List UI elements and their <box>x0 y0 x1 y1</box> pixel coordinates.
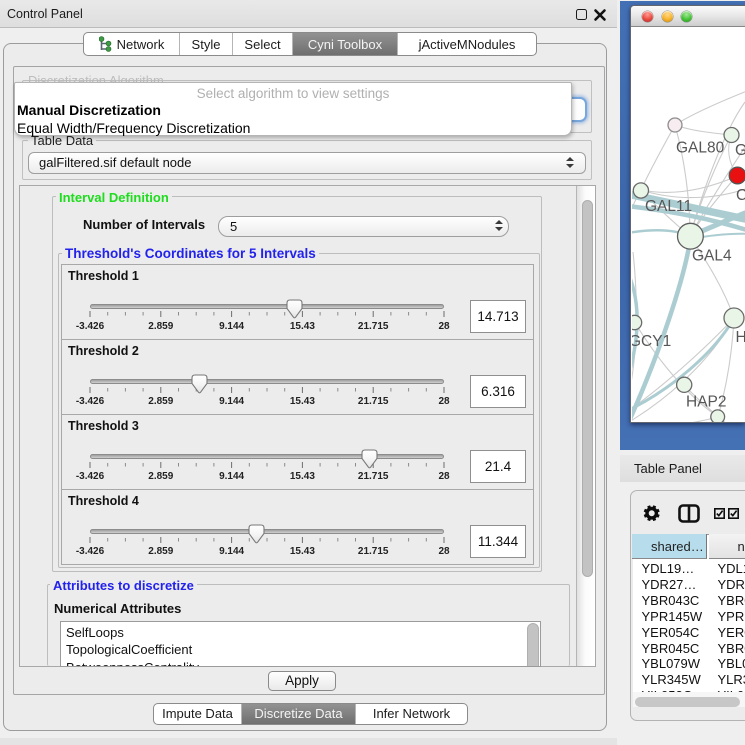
svg-text:GA: GA <box>735 142 745 159</box>
svg-text:GAL11: GAL11 <box>645 198 692 215</box>
svg-text:GAL4: GAL4 <box>692 248 732 265</box>
svg-text:GCY1: GCY1 <box>632 333 671 350</box>
svg-text:HAP2: HAP2 <box>686 394 727 411</box>
svg-text:C: C <box>736 187 745 204</box>
svg-text:GAL80: GAL80 <box>676 140 725 157</box>
svg-text:H: H <box>736 329 745 346</box>
